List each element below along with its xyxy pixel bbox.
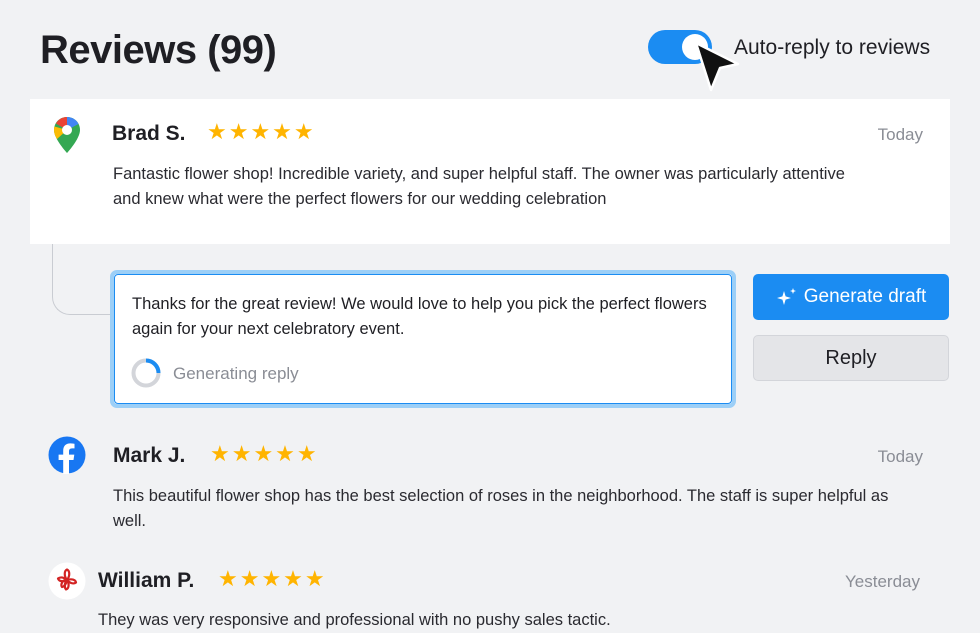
reviewer-name: Mark J. xyxy=(113,444,186,467)
star-rating: ★★★★★ xyxy=(218,566,327,591)
loading-spinner-icon xyxy=(131,358,161,388)
review-date: Yesterday xyxy=(845,572,920,591)
generate-draft-button[interactable]: Generate draft xyxy=(753,274,949,320)
reply-button-label: Reply xyxy=(825,346,877,369)
review-text: This beautiful flower shop has the best … xyxy=(113,487,889,530)
generating-status: Generating reply xyxy=(173,364,299,383)
page-title: Reviews (99) xyxy=(40,28,277,72)
review-text: Fantastic flower shop! Incredible variet… xyxy=(113,165,845,208)
facebook-icon xyxy=(48,436,86,474)
reply-text[interactable]: Thanks for the great review! We would lo… xyxy=(132,292,722,342)
review-date: Today xyxy=(877,125,923,144)
mouse-pointer-icon xyxy=(694,41,740,92)
yelp-icon xyxy=(48,562,86,600)
review-card: Brad S. ★★★★★ Today Fantastic flower sho… xyxy=(30,99,950,244)
reply-editor[interactable]: Thanks for the great review! We would lo… xyxy=(110,270,736,408)
google-maps-icon xyxy=(54,117,80,153)
reviewer-name: Brad S. xyxy=(112,122,186,145)
generate-draft-label: Generate draft xyxy=(803,286,927,307)
auto-reply-label: Auto-reply to reviews xyxy=(734,36,931,59)
reviewer-name: William P. xyxy=(98,569,195,592)
review-date: Today xyxy=(877,447,923,466)
star-rating: ★★★★★ xyxy=(207,119,316,144)
sparkle-icon xyxy=(776,288,796,305)
thread-connector xyxy=(52,244,115,315)
review-text: They was very responsive and professiona… xyxy=(98,611,611,629)
star-rating: ★★★★★ xyxy=(210,441,319,466)
reply-button[interactable]: Reply xyxy=(753,335,949,381)
